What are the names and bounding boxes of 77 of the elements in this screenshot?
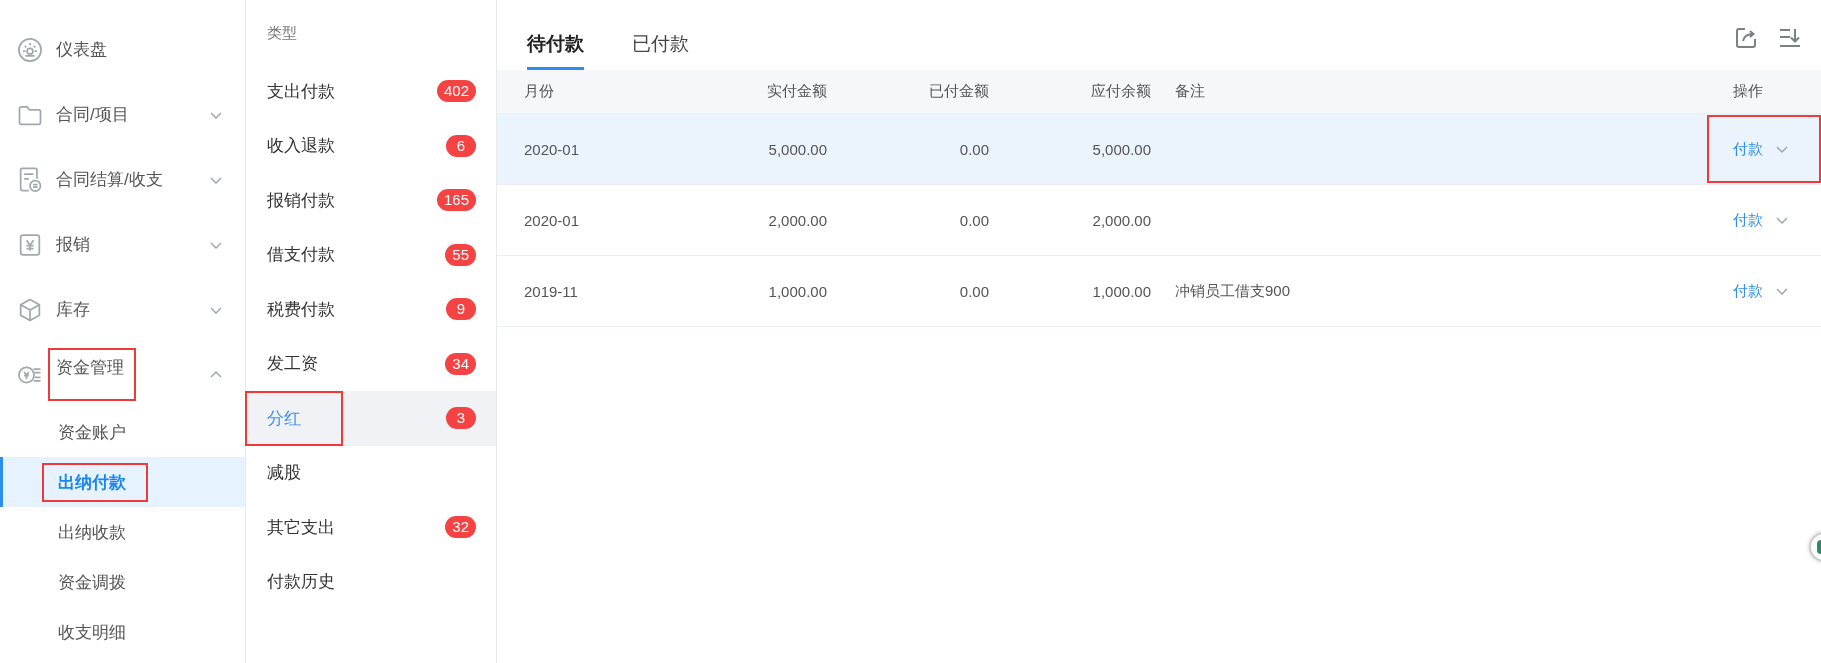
- sidebar-subitem[interactable]: 收支明细: [0, 607, 245, 657]
- table-cell-text: 5,000.00: [1091, 140, 1151, 158]
- count-badge: 32: [445, 516, 476, 539]
- item-label: 仪表盘: [56, 39, 107, 61]
- pay-dropdown-link[interactable]: 付款: [1727, 281, 1797, 301]
- item-label: 支出付款: [267, 80, 335, 103]
- count-badge: 6: [446, 134, 476, 157]
- table-cell-text: 2,000.00: [767, 211, 827, 229]
- sidebar-subitem[interactable]: 资金调拨: [0, 557, 245, 607]
- item-label: 收支明细: [58, 621, 126, 644]
- item-label: 报销付款: [267, 189, 335, 212]
- item-label: 资金调拨: [58, 571, 126, 594]
- table-cell-text: 0.00: [958, 282, 989, 300]
- type-item[interactable]: 分红 3: [246, 391, 496, 446]
- list-title: 类型: [266, 24, 298, 43]
- type-item[interactable]: 税费付款 9: [246, 282, 496, 337]
- table-row[interactable]: 2019-11 1,000.00 0.00 1,000.00 冲销员工借支900 付款: [497, 256, 1821, 327]
- item-label: 发工资: [267, 353, 318, 376]
- item-label: 出纳付款: [44, 464, 146, 500]
- count-badge: 3: [446, 407, 476, 430]
- table-cell-text: 5,000.00: [767, 140, 827, 158]
- type-item[interactable]: 报销付款 165: [246, 173, 496, 228]
- item-label: 减股: [267, 462, 301, 485]
- tab[interactable]: 已付款: [632, 31, 689, 70]
- item-label: 借支付款: [267, 244, 335, 267]
- table-cell-text: 冲销员工借支900: [1174, 281, 1292, 301]
- item-label: 合同结算/收支: [56, 169, 163, 191]
- column-header: 应付余额: [1090, 82, 1151, 101]
- table-cell-text: 2020-01: [523, 211, 581, 229]
- item-label: 库存: [56, 299, 90, 321]
- item-label: 分红: [247, 392, 341, 444]
- type-item[interactable]: 收入退款 6: [246, 118, 496, 173]
- sidebar-subitem[interactable]: 资金账户: [0, 407, 245, 457]
- item-label: 其它支出: [267, 516, 335, 539]
- column-header: 已付金额: [928, 82, 989, 101]
- sidebar-item[interactable]: 合同/项目: [0, 82, 245, 147]
- sidebar-item[interactable]: 资金管理: [0, 342, 245, 407]
- count-badge: 9: [446, 298, 476, 321]
- table-cell-text: 2020-01: [523, 140, 581, 158]
- sidebar-subitem[interactable]: 出纳收款: [0, 507, 245, 557]
- table-cell-text: 2,000.00: [1091, 211, 1151, 229]
- table-row[interactable]: 2020-01 5,000.00 0.00 5,000.00 付款: [497, 114, 1821, 185]
- type-item[interactable]: 发工资 34: [246, 336, 496, 391]
- item-label: 收入退款: [267, 135, 335, 158]
- export-icon[interactable]: [1733, 25, 1759, 51]
- sidebar-item[interactable]: 报销: [0, 212, 245, 277]
- column-header: 月份: [523, 82, 555, 101]
- item-label: 付款历史: [267, 571, 335, 594]
- table-cell-text: 0.00: [958, 140, 989, 158]
- table-row[interactable]: 2020-01 2,000.00 0.00 2,000.00 付款: [497, 185, 1821, 256]
- type-item[interactable]: 其它支出 32: [246, 500, 496, 555]
- item-label: 合同/项目: [56, 104, 129, 126]
- item-label: 出纳收款: [58, 521, 126, 544]
- type-item[interactable]: 付款历史: [246, 554, 496, 609]
- type-item[interactable]: 借支付款 55: [246, 227, 496, 282]
- type-item[interactable]: 减股: [246, 445, 496, 500]
- sidebar-item[interactable]: 库存: [0, 277, 245, 342]
- column-header: 备注: [1174, 82, 1206, 101]
- gauge-icon: [16, 35, 44, 64]
- count-badge: 55: [445, 243, 476, 266]
- table-cell-text: 1,000.00: [767, 282, 827, 300]
- sidebar-item[interactable]: 合同结算/收支: [0, 147, 245, 212]
- count-badge: 402: [436, 80, 476, 103]
- column-header: 实付金额: [766, 82, 827, 101]
- count-badge: 165: [436, 189, 476, 212]
- table-cell-text: 2019-11: [523, 282, 579, 300]
- item-label: 税费付款: [267, 298, 335, 321]
- pay-dropdown-link[interactable]: 付款: [1727, 210, 1797, 230]
- type-item[interactable]: 支出付款 402: [246, 64, 496, 119]
- table-cell-text: 1,000.00: [1091, 282, 1151, 300]
- table-cell-text: 0.00: [958, 211, 989, 229]
- column-header: 操作: [1732, 82, 1764, 101]
- sidebar-item[interactable]: 仪表盘: [0, 17, 245, 82]
- item-label: 资金账户: [58, 421, 126, 444]
- item-label: 资金管理: [50, 350, 134, 399]
- item-label: 报销: [56, 234, 90, 256]
- count-badge: 34: [445, 352, 476, 375]
